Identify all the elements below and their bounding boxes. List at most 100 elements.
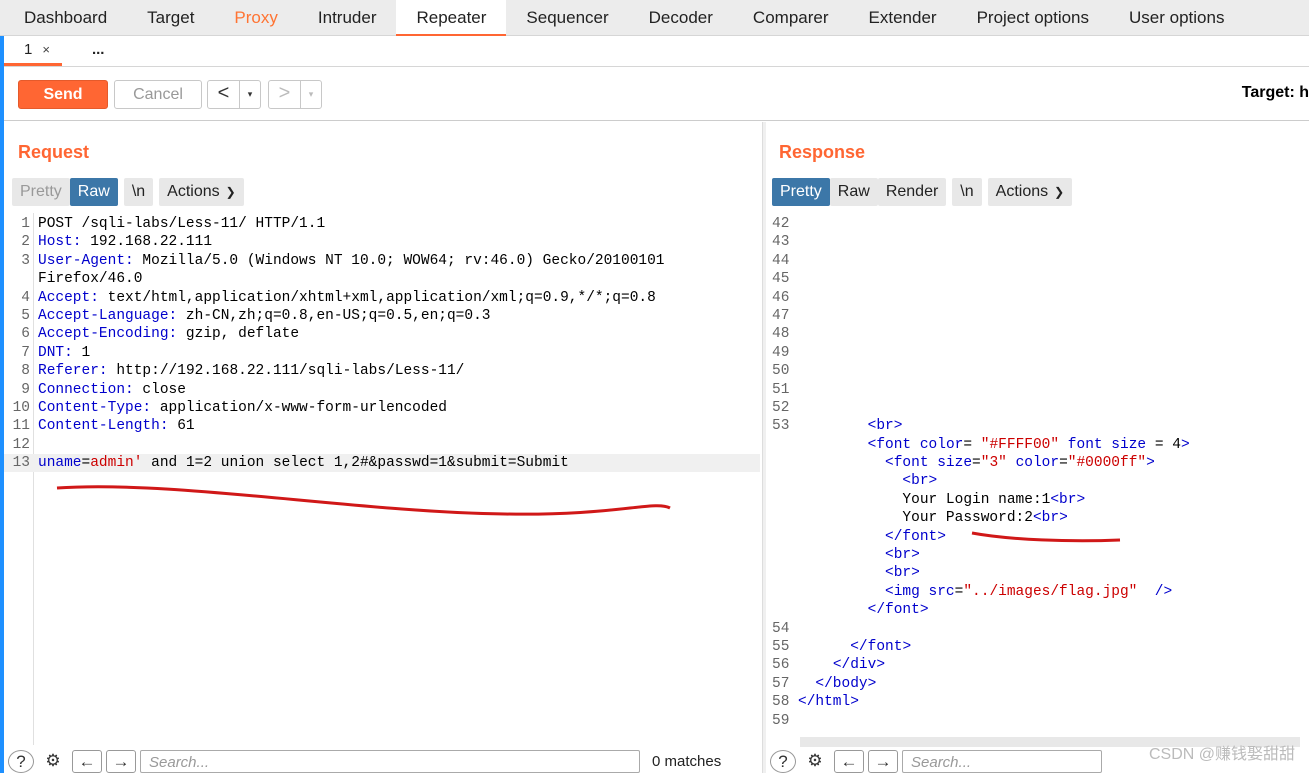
line-number: [768, 564, 790, 582]
send-button[interactable]: Send: [18, 80, 108, 109]
tab-decoder[interactable]: Decoder: [629, 0, 733, 36]
response-line-text: </font>: [790, 638, 911, 656]
response-line: <font size="3" color="#0000ff">: [768, 454, 1309, 472]
response-pretty-button[interactable]: Pretty: [772, 178, 830, 206]
header-value: close: [133, 381, 186, 398]
line-number: [768, 454, 790, 472]
new-tab-button[interactable]: ...: [62, 36, 117, 66]
param-rest: and 1=2 union select 1,2#&passwd=1&submi…: [142, 455, 569, 472]
response-line-text: [790, 344, 798, 362]
request-line: 13 uname=admin' and 1=2 union select 1,2#…: [4, 454, 760, 473]
header-value: 1: [72, 344, 91, 361]
tab-comparer[interactable]: Comparer: [733, 0, 849, 36]
back-dropdown-icon[interactable]: ▾: [240, 81, 260, 108]
gear-icon[interactable]: ⚙: [800, 750, 830, 773]
code-token: color: [1015, 455, 1060, 472]
line-number: 57: [772, 675, 790, 692]
tab-dashboard[interactable]: Dashboard: [0, 0, 127, 36]
line-number: 49: [772, 344, 790, 361]
main-tabs: Dashboard Target Proxy Intruder Repeater…: [0, 0, 1309, 37]
tab-repeater[interactable]: Repeater: [396, 0, 507, 37]
tab-extender[interactable]: Extender: [849, 0, 957, 36]
header-name: Connection:: [38, 381, 134, 398]
back-arrow-icon[interactable]: <: [208, 81, 240, 108]
request-line-text: [34, 436, 38, 454]
response-line: 45: [768, 270, 1309, 288]
close-icon[interactable]: ×: [42, 42, 50, 57]
line-number: 52: [772, 399, 790, 416]
chevron-down-icon: ❯: [1054, 185, 1065, 199]
forward-dropdown-icon[interactable]: ▾: [301, 81, 321, 108]
code-token: >: [1076, 491, 1086, 508]
help-icon[interactable]: ?: [8, 750, 34, 773]
forward-arrow-icon[interactable]: >: [269, 81, 301, 108]
code-token: >: [919, 602, 929, 619]
line-number: 12: [12, 436, 30, 453]
request-pretty-button[interactable]: Pretty: [12, 178, 70, 206]
response-line: 42: [768, 215, 1309, 233]
target-label[interactable]: Target: h: [1242, 84, 1309, 102]
line-number: 6: [21, 326, 30, 343]
response-line-text: </body>: [790, 675, 876, 693]
tab-project-options[interactable]: Project options: [957, 0, 1109, 36]
request-line: 5 Accept-Language: zh-CN,zh;q=0.8,en-US;q…: [4, 307, 760, 325]
request-raw-button[interactable]: Raw: [69, 178, 118, 206]
previous-match-icon[interactable]: ←: [834, 750, 864, 773]
code-token: >: [911, 565, 920, 582]
code-token: >: [850, 694, 859, 711]
response-search-input[interactable]: Search...: [902, 750, 1102, 773]
help-icon[interactable]: ?: [770, 750, 796, 773]
response-view-bar: Pretty Raw Render \n Actions ❯: [772, 178, 1073, 207]
code-token: >: [867, 675, 877, 692]
request-actions-button[interactable]: Actions ❯: [159, 178, 244, 206]
response-line-text: [790, 215, 798, 233]
code-token: >: [911, 547, 920, 564]
response-line: 51: [768, 381, 1309, 399]
response-line: 52: [768, 399, 1309, 417]
response-newline-button[interactable]: \n: [952, 178, 982, 206]
pane-splitter[interactable]: [762, 122, 766, 773]
response-line: 55 </font>: [768, 638, 1309, 656]
request-editor[interactable]: 1 POST /sqli-labs/Less-11/ HTTP/1.1 2 Host:…: [4, 213, 760, 745]
header-value: 192.168.22.111: [81, 234, 213, 251]
request-line: 11 Content-Length: 61: [4, 417, 760, 435]
next-match-icon[interactable]: →: [106, 750, 136, 773]
code-token: >: [902, 638, 912, 655]
line-number: 53: [772, 418, 790, 435]
code-token: >: [893, 418, 903, 435]
cancel-button[interactable]: Cancel: [114, 80, 202, 109]
response-render-button[interactable]: Render: [877, 178, 947, 206]
line-number: [768, 436, 790, 454]
response-editor[interactable]: 42 43 44 45 46 47 48 49 50 51 52 53 <br> <font colo…: [768, 213, 1309, 745]
response-actions-button[interactable]: Actions ❯: [987, 178, 1073, 206]
request-search-input[interactable]: Search...: [140, 750, 640, 773]
response-line-text: <font color= "#FFFF00" font size = 4>: [867, 436, 1190, 453]
line-number: 10: [12, 399, 30, 416]
repeater-tab-1[interactable]: 1 ×: [4, 36, 62, 66]
request-line: 3 User-Agent: Mozilla/5.0 (Windows NT 10.…: [4, 252, 760, 270]
tab-sequencer[interactable]: Sequencer: [506, 0, 628, 36]
line-number: 50: [772, 363, 790, 380]
header-name: Accept-Language:: [38, 307, 178, 324]
gear-icon[interactable]: ⚙: [38, 750, 68, 773]
request-line-text: Firefox/46.0: [38, 271, 143, 288]
tab-user-options[interactable]: User options: [1109, 0, 1244, 36]
line-number: 42: [772, 216, 790, 232]
previous-match-icon[interactable]: ←: [72, 750, 102, 773]
next-match-icon[interactable]: →: [868, 750, 898, 773]
response-line: 47: [768, 307, 1309, 325]
request-newline-button[interactable]: \n: [123, 178, 154, 206]
response-raw-button[interactable]: Raw: [829, 178, 878, 206]
code-token: "#0000ff": [1067, 455, 1147, 472]
response-line-text: [790, 270, 798, 288]
header-name: DNT:: [38, 344, 73, 361]
param-value: admin': [90, 455, 143, 472]
header-name: Accept-Encoding:: [38, 326, 178, 343]
tab-intruder[interactable]: Intruder: [298, 0, 397, 36]
header-value: application/x-www-form-urlencoded: [151, 399, 447, 416]
tab-proxy[interactable]: Proxy: [214, 0, 297, 36]
actions-label: Actions: [167, 183, 220, 200]
code-token: <br: [1050, 491, 1077, 508]
line-number: 13: [12, 455, 30, 472]
tab-target[interactable]: Target: [127, 0, 214, 36]
